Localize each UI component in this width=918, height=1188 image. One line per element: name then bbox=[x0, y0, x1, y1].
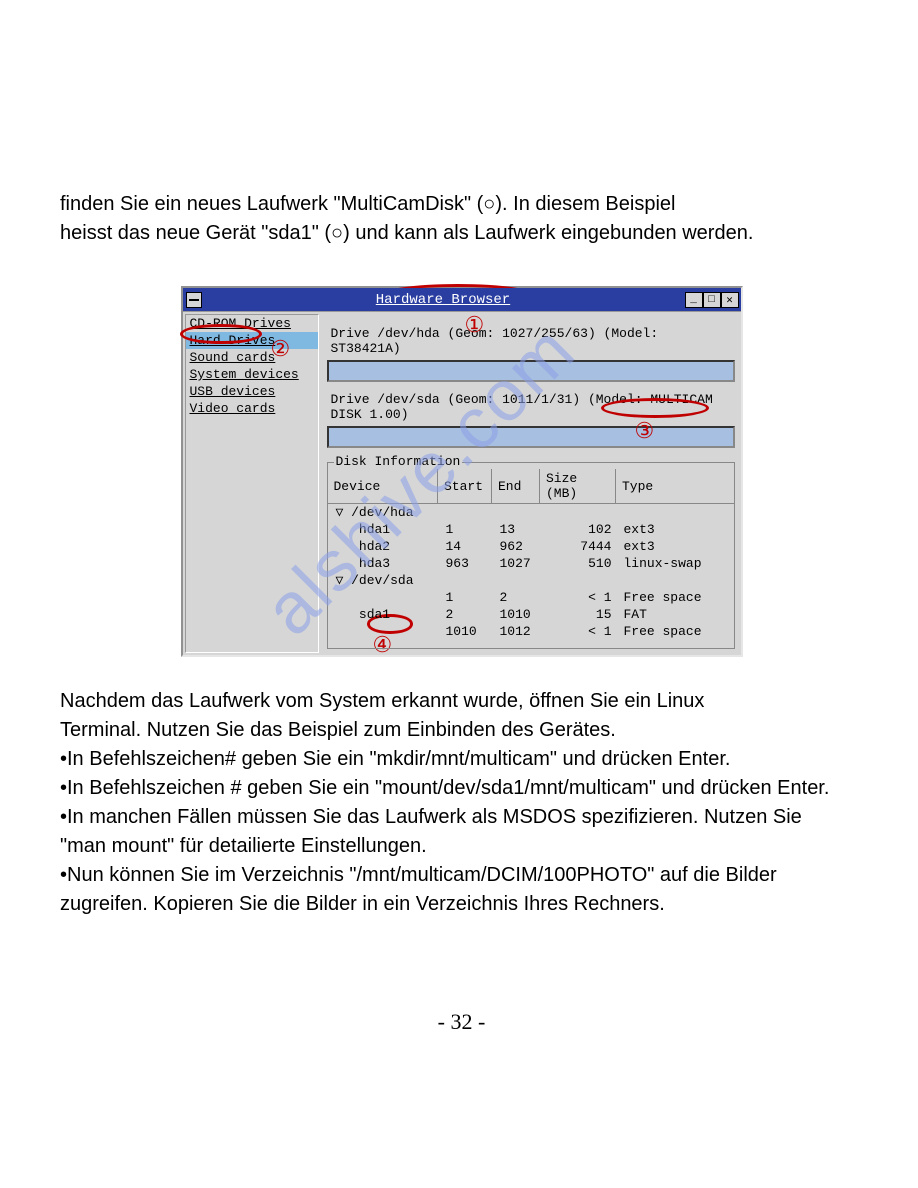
drive-hda-bar bbox=[327, 360, 735, 382]
drive-hda-label: Drive /dev/hda (Geom: 1027/255/63) (Mode… bbox=[331, 326, 735, 356]
sidebar-item-videocards[interactable]: Video cards bbox=[186, 400, 318, 417]
drive-sda-bar bbox=[327, 426, 735, 448]
window-title: Hardware Browser bbox=[202, 292, 685, 308]
minimize-button[interactable]: _ bbox=[685, 292, 703, 308]
outro-p7: •Nun können Sie im Verzeichnis "/mnt/mul… bbox=[60, 861, 863, 890]
titlebar: Hardware Browser _ □ ✕ bbox=[183, 288, 741, 312]
table-row[interactable]: 12< 1Free space bbox=[328, 589, 734, 606]
outro-p6: "man mount" für detailierte Einstellunge… bbox=[60, 832, 863, 861]
col-type[interactable]: Type bbox=[616, 469, 734, 504]
intro-line2a: heisst das neue Gerät "sda1" ( bbox=[60, 222, 331, 244]
category-sidebar: CD-ROM Drives Hard Drives Sound cards Sy… bbox=[185, 314, 319, 653]
intro-line1b: ). In diesem Beispiel bbox=[495, 193, 675, 215]
sidebar-item-usbdevices[interactable]: USB devices bbox=[186, 383, 318, 400]
outro-p8: zugreifen. Kopieren Sie die Bilder in ei… bbox=[60, 890, 863, 919]
table-row[interactable]: sda12101015FAT bbox=[328, 606, 734, 623]
col-device[interactable]: Device bbox=[328, 469, 438, 504]
system-menu-icon[interactable] bbox=[186, 292, 202, 308]
outro-p5: •In manchen Fällen müssen Sie das Laufwe… bbox=[60, 803, 863, 832]
main-pane: Drive /dev/hda (Geom: 1027/255/63) (Mode… bbox=[321, 312, 741, 655]
disk-info-table: Device Start End Size (MB) Type ▽ /dev/h… bbox=[328, 469, 734, 640]
sidebar-item-harddrives[interactable]: Hard Drives bbox=[186, 332, 318, 349]
intro-text: finden Sie ein neues Laufwerk "MultiCamD… bbox=[60, 190, 863, 248]
outro-p1: Nachdem das Laufwerk vom System erkannt … bbox=[60, 687, 863, 716]
table-row[interactable]: ▽ /dev/hda bbox=[328, 504, 734, 522]
outro-p3: •In Befehlszeichen# geben Sie ein "mkdir… bbox=[60, 745, 863, 774]
sidebar-item-systemdevices[interactable]: System devices bbox=[186, 366, 318, 383]
table-row[interactable]: 10101012< 1Free space bbox=[328, 623, 734, 640]
close-button[interactable]: ✕ bbox=[721, 292, 739, 308]
table-row[interactable]: hda1113102ext3 bbox=[328, 521, 734, 538]
col-size[interactable]: Size (MB) bbox=[540, 469, 616, 504]
maximize-button[interactable]: □ bbox=[703, 292, 721, 308]
col-start[interactable]: Start bbox=[438, 469, 492, 504]
sidebar-item-soundcards[interactable]: Sound cards bbox=[186, 349, 318, 366]
disk-info-legend: Disk Information bbox=[334, 454, 463, 469]
hardware-browser-window: ① ② ③ ④ Hardware Browser _ □ ✕ CD-ROM Dr… bbox=[181, 286, 743, 657]
col-end[interactable]: End bbox=[492, 469, 540, 504]
disk-information-group: Disk Information Device Start End Size (… bbox=[327, 462, 735, 649]
table-row[interactable]: ▽ /dev/sda bbox=[328, 572, 734, 589]
intro-line1a: finden Sie ein neues Laufwerk "MultiCamD… bbox=[60, 193, 483, 215]
drive-sda-block: Drive /dev/sda (Geom: 1011/1/31) (Model:… bbox=[327, 392, 735, 448]
intro-line2b: ) und kann als Laufwerk eingebunden werd… bbox=[343, 222, 753, 244]
drive-hda-block: Drive /dev/hda (Geom: 1027/255/63) (Mode… bbox=[327, 326, 735, 382]
table-row[interactable]: hda2149627444ext3 bbox=[328, 538, 734, 555]
outro-text: Nachdem das Laufwerk vom System erkannt … bbox=[60, 687, 863, 919]
sidebar-item-cdrom[interactable]: CD-ROM Drives bbox=[186, 315, 318, 332]
page-number: - 32 - bbox=[60, 1009, 863, 1035]
table-row[interactable]: hda39631027510linux-swap bbox=[328, 555, 734, 572]
outro-p2: Terminal. Nutzen Sie das Beispiel zum Ei… bbox=[60, 716, 863, 745]
drive-sda-label: Drive /dev/sda (Geom: 1011/1/31) (Model:… bbox=[331, 392, 735, 422]
outro-p4: •In Befehlszeichen # geben Sie ein "moun… bbox=[60, 774, 863, 803]
